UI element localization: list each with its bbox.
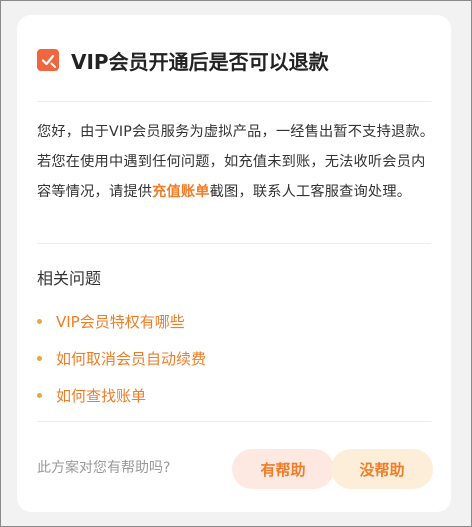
checkbox-pencil-icon (37, 49, 59, 71)
related-question-cancel-auto-renew[interactable]: 如何取消会员自动续费 (37, 340, 206, 377)
faq-card: VIP会员开通后是否可以退款 您好，由于VIP会员服务为虚拟产品，一经售出暂不支… (17, 15, 451, 512)
not-helpful-button[interactable]: 没帮助 (331, 449, 433, 489)
related-question-label: 如何查找账单 (56, 387, 147, 405)
related-questions-title: 相关问题 (37, 269, 102, 288)
answer-text: 您好，由于VIP会员服务为虚拟产品，一经售出暂不支持退款。若您在使用中遇到任何问… (37, 117, 437, 207)
page-title: VIP会员开通后是否可以退款 (71, 49, 329, 74)
related-question-find-bill[interactable]: 如何查找账单 (37, 377, 206, 414)
header-divider (37, 101, 431, 102)
dot-icon (37, 393, 42, 398)
related-question-label: VIP会员特权有哪些 (56, 313, 185, 331)
window-frame: VIP会员开通后是否可以退款 您好，由于VIP会员服务为虚拟产品，一经售出暂不支… (0, 0, 472, 527)
related-questions-list: VIP会员特权有哪些 如何取消会员自动续费 如何查找账单 (37, 303, 206, 414)
answer-text-after: 截图，联系人工客服查询处理。 (209, 184, 412, 200)
dot-icon (37, 319, 42, 324)
related-question-vip-privileges[interactable]: VIP会员特权有哪些 (37, 303, 206, 340)
helpful-button[interactable]: 有帮助 (232, 449, 334, 489)
dot-icon (37, 356, 42, 361)
answer-divider (37, 243, 431, 244)
related-question-label: 如何取消会员自动续费 (56, 350, 207, 368)
feedback-question: 此方案对您有帮助吗? (37, 460, 171, 476)
bill-link[interactable]: 充值账单 (152, 184, 210, 200)
faq-header: VIP会员开通后是否可以退款 (37, 45, 329, 75)
feedback-divider (37, 421, 431, 422)
